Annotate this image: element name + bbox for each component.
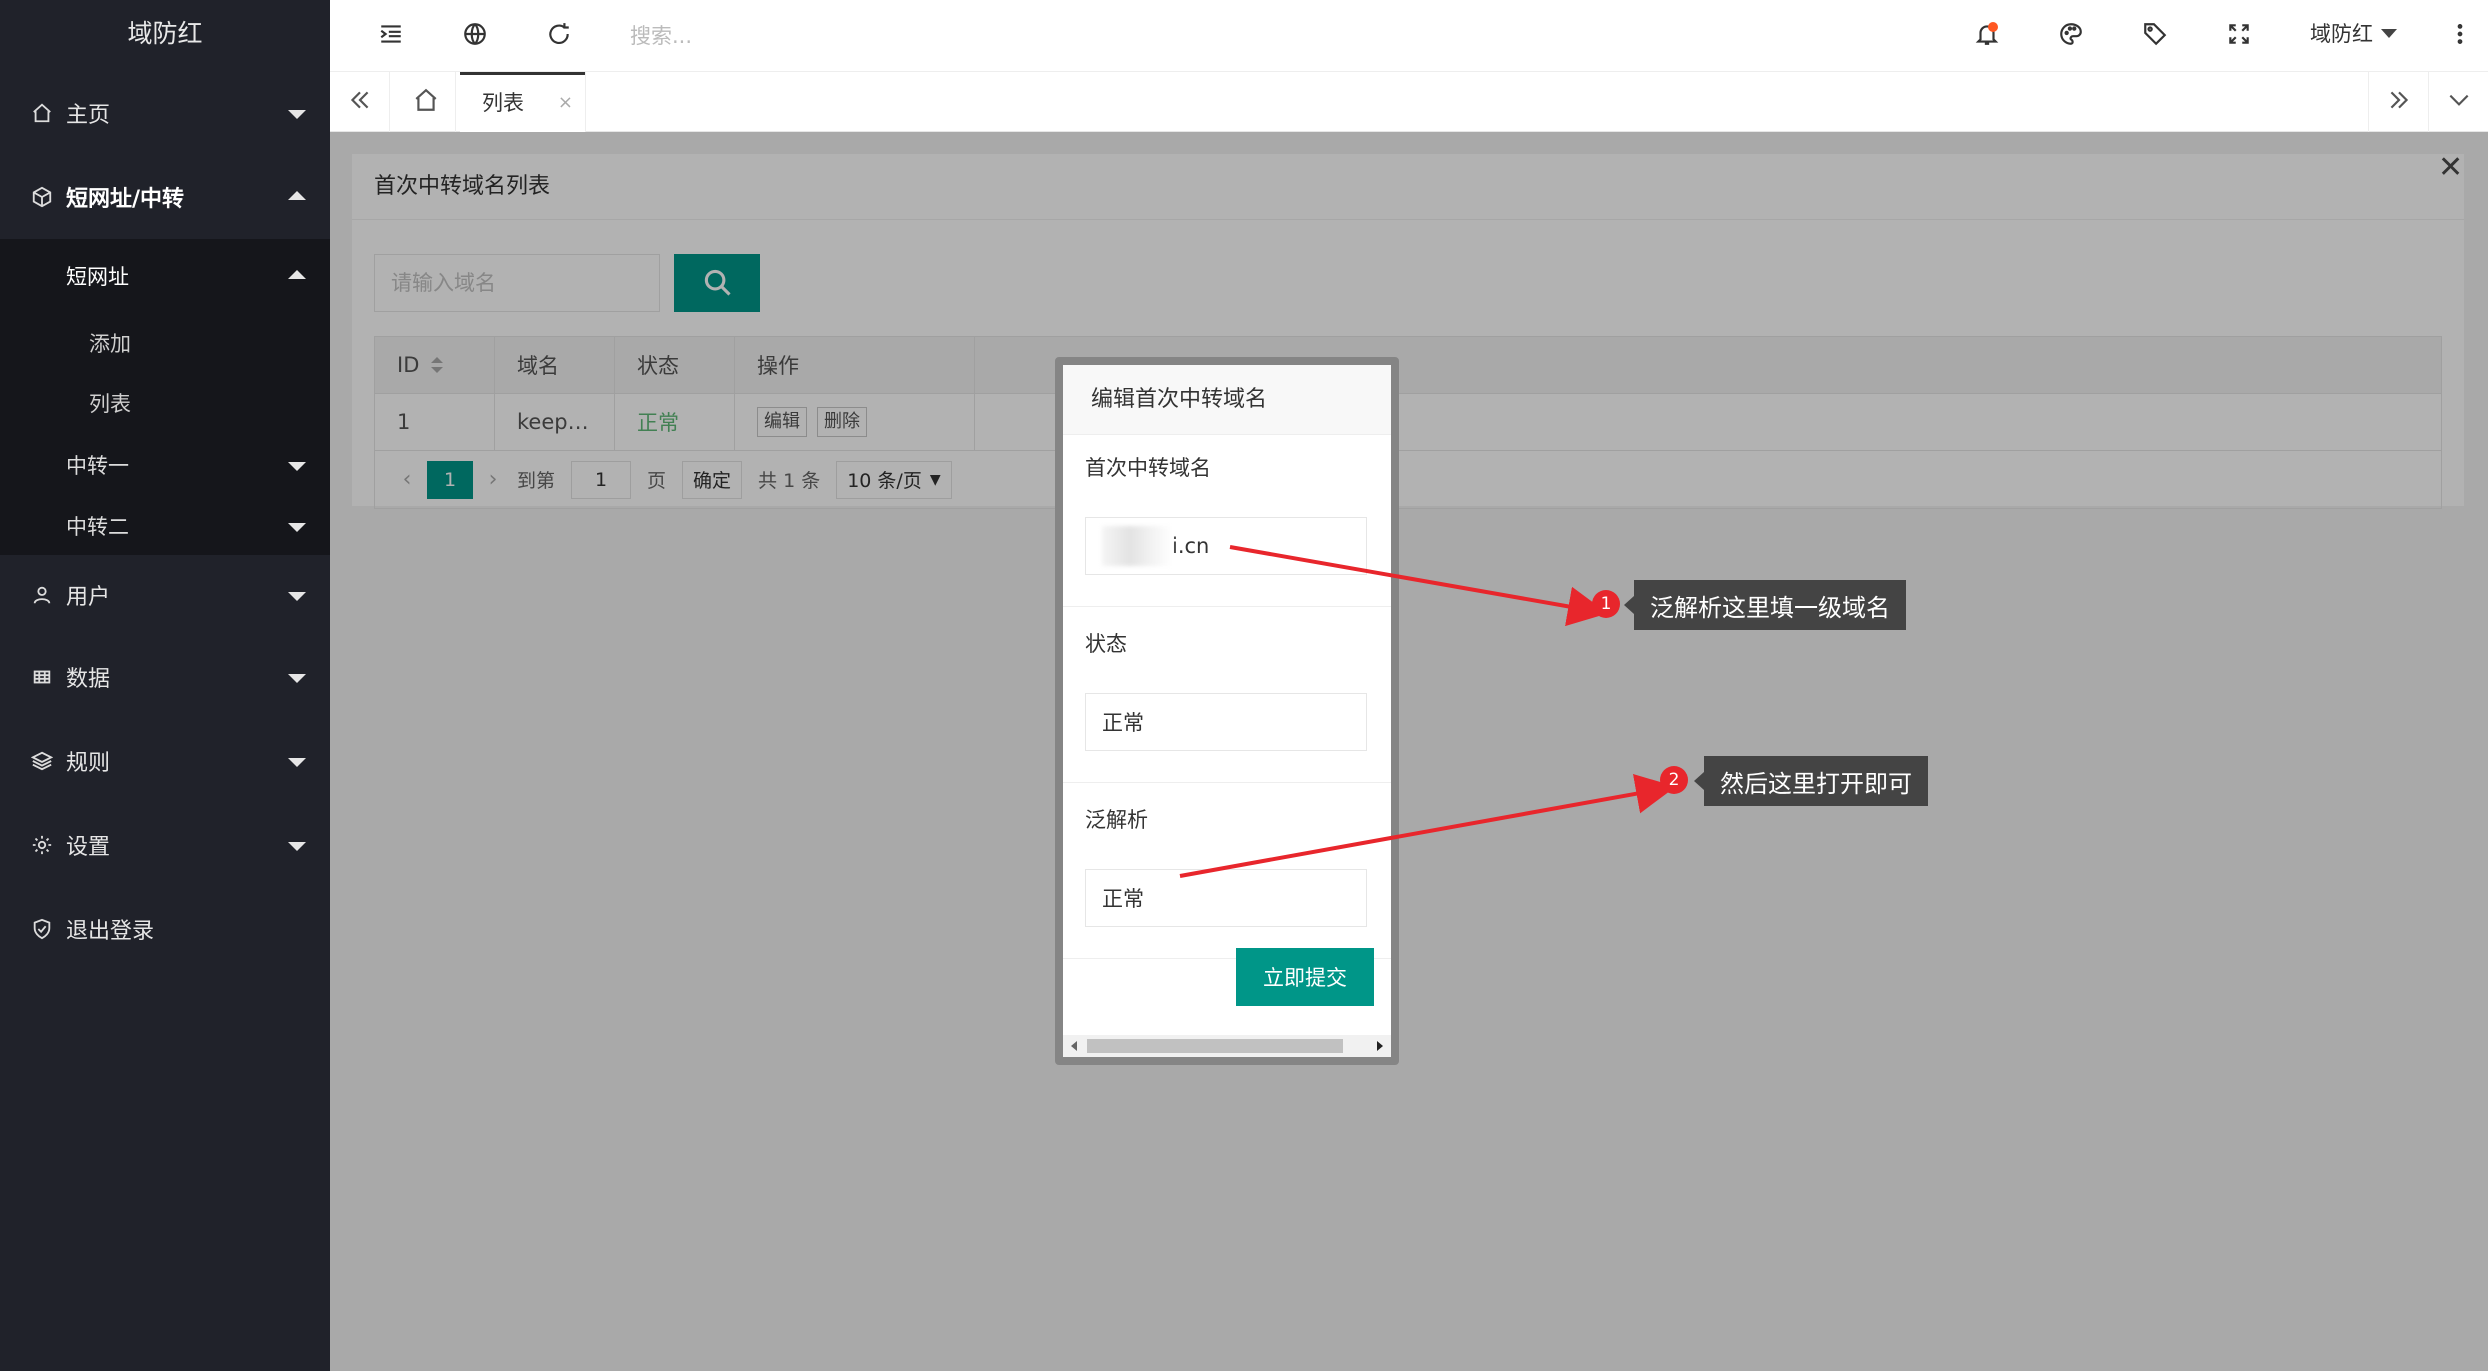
tab-bar: 列表 × xyxy=(330,72,2488,132)
field-label-domain: 首次中转域名 xyxy=(1085,456,1211,480)
sidebar-item-label: 设置 xyxy=(66,835,111,860)
tab-list[interactable]: 列表 × xyxy=(460,72,586,132)
sidebar-item-label: 中转一 xyxy=(66,454,129,478)
refresh-icon xyxy=(546,21,572,52)
field-label-status: 状态 xyxy=(1085,632,1127,656)
tab-scroll-right-button[interactable] xyxy=(2368,72,2428,132)
redacted-blur xyxy=(1102,526,1172,566)
sidebar-item-relay1[interactable]: 中转一 xyxy=(0,433,330,497)
theme-button[interactable] xyxy=(2046,0,2096,72)
scroll-thumb[interactable] xyxy=(1087,1039,1343,1053)
sidebar-item-list[interactable]: 列表 xyxy=(0,373,330,433)
sidebar-item-users[interactable]: 用户 xyxy=(0,555,330,635)
chevron-down-icon xyxy=(288,674,306,683)
chevron-down-icon xyxy=(288,523,306,532)
sidebar-item-shorturl[interactable]: 短网址 xyxy=(0,239,330,313)
tab-menu-button[interactable] xyxy=(2428,72,2488,132)
sidebar-item-home[interactable]: 主页 xyxy=(0,71,330,155)
chevron-down-icon xyxy=(288,842,306,851)
wildcard-input[interactable]: 正常 xyxy=(1085,869,1367,927)
tab-label: 列表 xyxy=(482,91,524,115)
chevron-down-icon xyxy=(288,592,306,601)
sidebar-item-label: 短网址 xyxy=(66,265,129,289)
top-header: 域防红 xyxy=(330,0,2488,72)
field-label-wildcard: 泛解析 xyxy=(1085,808,1148,832)
double-chevron-left-icon xyxy=(347,87,373,118)
chevron-down-icon xyxy=(288,110,306,119)
tab-scroll-left-button[interactable] xyxy=(330,72,390,132)
app-logo[interactable]: 域防红 xyxy=(0,0,330,71)
sidebar-item-rules[interactable]: 规则 xyxy=(0,719,330,803)
sidebar-item-logout[interactable]: 退出登录 xyxy=(0,887,330,971)
sidebar-item-label: 退出登录 xyxy=(66,919,155,944)
field-wildcard: 正常 xyxy=(1063,857,1391,959)
chevron-up-icon xyxy=(288,191,306,200)
status-input[interactable]: 正常 xyxy=(1085,693,1367,751)
sidebar-item-shorturl-group[interactable]: 短网址/中转 xyxy=(0,155,330,239)
scroll-left-icon[interactable] xyxy=(1071,1041,1077,1051)
sidebar: 域防红 主页 短网址/中转 短网址 添加 列表 中转一 中转二 用户 数据 规则… xyxy=(0,0,330,1371)
sidebar-item-label: 用户 xyxy=(66,585,111,610)
notification-dot xyxy=(1988,22,1998,32)
tag-button[interactable] xyxy=(2130,0,2180,72)
refresh-button[interactable] xyxy=(534,0,584,72)
chevron-down-icon xyxy=(288,758,306,767)
global-search-input[interactable] xyxy=(630,18,1030,54)
sidebar-item-label: 数据 xyxy=(66,667,111,692)
indent-icon xyxy=(378,21,404,52)
sidebar-item-add[interactable]: 添加 xyxy=(0,313,330,373)
annotation-badge-1: 1 xyxy=(1592,590,1620,618)
fullscreen-icon xyxy=(2226,21,2252,52)
close-icon[interactable]: ✕ xyxy=(2438,150,2463,185)
tag-icon xyxy=(2142,21,2168,52)
horizontal-scrollbar[interactable] xyxy=(1063,1035,1391,1057)
field-domain: i.cn xyxy=(1063,505,1391,607)
website-button[interactable] xyxy=(450,0,500,72)
tab-home[interactable] xyxy=(396,72,456,132)
user-menu[interactable]: 域防红 xyxy=(2310,0,2397,66)
shield-check-icon xyxy=(30,917,54,941)
home-icon xyxy=(413,87,439,118)
dialog-title: 编辑首次中转域名 xyxy=(1063,365,1391,435)
close-tab-icon[interactable]: × xyxy=(558,92,573,113)
palette-icon xyxy=(2058,21,2084,52)
edit-domain-dialog: 编辑首次中转域名 首次中转域名 i.cn 状态 正常 泛解析 正常 立即提交 xyxy=(1055,357,1399,1065)
caret-down-icon xyxy=(2381,28,2397,38)
cube-icon xyxy=(30,185,54,209)
scroll-right-icon[interactable] xyxy=(1377,1041,1383,1051)
more-button[interactable] xyxy=(2440,0,2480,72)
annotation-badge-2: 2 xyxy=(1660,766,1688,794)
chevron-down-icon xyxy=(288,462,306,471)
grid-icon xyxy=(30,665,54,689)
sidebar-item-relay2[interactable]: 中转二 xyxy=(0,497,330,555)
globe-icon xyxy=(462,21,488,52)
user-name: 域防红 xyxy=(2310,22,2373,46)
layers-icon xyxy=(30,749,54,773)
sidebar-item-data[interactable]: 数据 xyxy=(0,635,330,719)
notification-button[interactable] xyxy=(1962,0,2012,72)
sidebar-item-label: 规则 xyxy=(66,751,111,776)
field-status: 正常 xyxy=(1063,681,1391,783)
double-chevron-right-icon xyxy=(2386,87,2412,118)
sidebar-item-settings[interactable]: 设置 xyxy=(0,803,330,887)
chevron-down-icon xyxy=(2446,87,2472,118)
sidebar-item-label: 主页 xyxy=(66,103,111,128)
more-vertical-icon xyxy=(2447,21,2473,52)
annotation-tooltip-1: 泛解析这里填一级域名 xyxy=(1624,580,1906,630)
annotation-tooltip-2: 然后这里打开即可 xyxy=(1694,756,1928,806)
user-icon xyxy=(30,583,54,607)
sidebar-item-label: 中转二 xyxy=(66,515,129,539)
sidebar-submenu: 短网址 添加 列表 中转一 中转二 xyxy=(0,239,330,555)
menu-toggle-button[interactable] xyxy=(366,0,416,72)
gear-icon xyxy=(30,833,54,857)
sidebar-item-label: 短网址/中转 xyxy=(66,187,185,212)
submit-button[interactable]: 立即提交 xyxy=(1236,948,1374,1006)
chevron-up-icon xyxy=(288,270,306,279)
domain-input[interactable]: i.cn xyxy=(1085,517,1367,575)
fullscreen-button[interactable] xyxy=(2214,0,2264,72)
modal-shade[interactable] xyxy=(330,132,2488,1371)
home-icon xyxy=(30,101,54,125)
